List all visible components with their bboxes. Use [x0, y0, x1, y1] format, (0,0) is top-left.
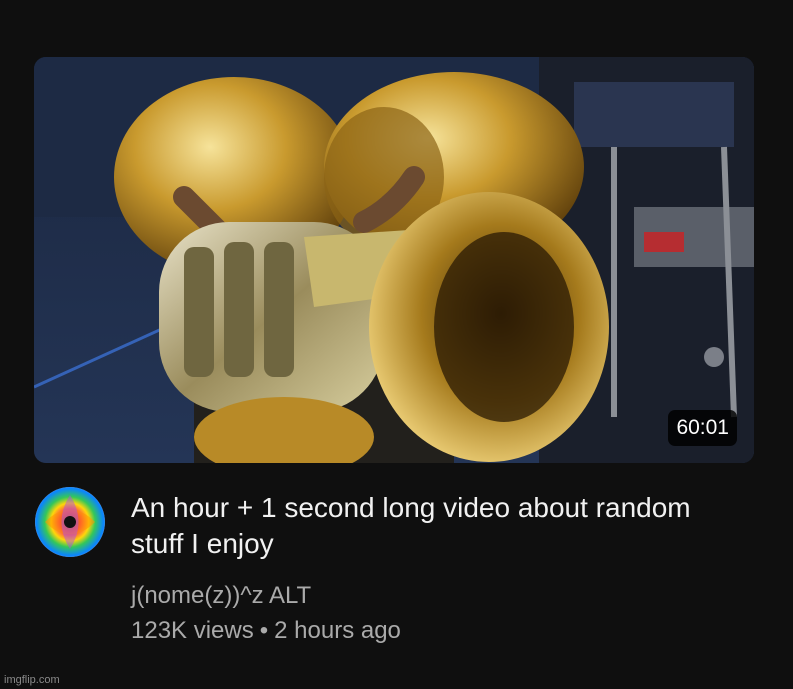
upload-age: 2 hours ago — [274, 617, 401, 644]
meta-separator: • — [259, 617, 269, 644]
channel-name[interactable]: j(nome(z))^z ALT — [131, 581, 311, 611]
duration-badge: 60:01 — [668, 410, 737, 446]
watermark: imgflip.com — [4, 674, 60, 686]
video-thumbnail[interactable]: 60:01 — [34, 57, 754, 463]
video-title[interactable]: An hour + 1 second long video about rand… — [131, 490, 731, 562]
view-count: 123K views — [131, 617, 254, 644]
fractal-avatar-icon — [35, 487, 105, 557]
video-metadata: 123K views • 2 hours ago — [131, 616, 401, 646]
tuba-image — [34, 57, 754, 463]
video-card[interactable]: 60:01 An hour + 1 second long video abou… — [0, 0, 793, 689]
channel-avatar[interactable] — [35, 487, 105, 557]
